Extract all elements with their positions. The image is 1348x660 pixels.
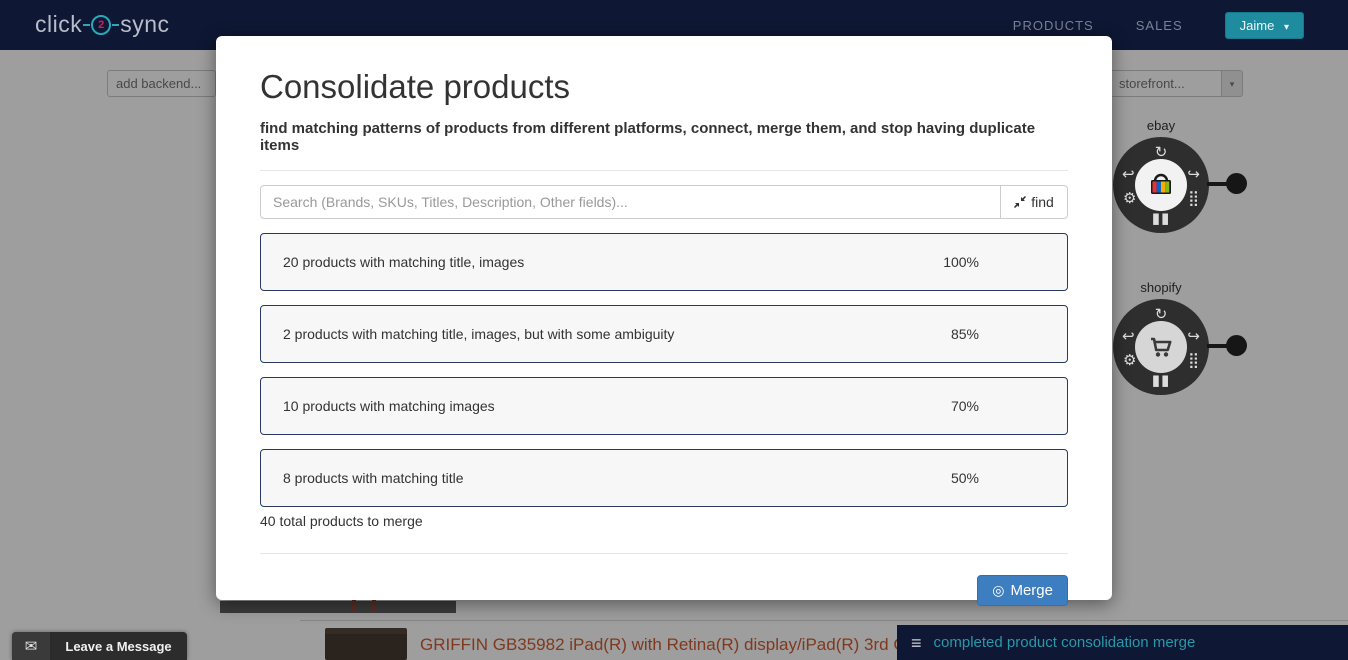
user-menu-button[interactable]: Jaime ▾ bbox=[1225, 12, 1304, 39]
modal-footer-divider bbox=[260, 553, 1068, 554]
match-group-row[interactable]: 20 products with matching title, images … bbox=[260, 233, 1068, 291]
ebay-widget-ring: ↻ ↩ ↪ ⚙ ⣿ ▮▮ bbox=[1113, 137, 1209, 233]
logo-text-right: sync bbox=[120, 11, 169, 38]
match-group-row[interactable]: 10 products with matching images 70% bbox=[260, 377, 1068, 435]
ebay-logo-icon[interactable] bbox=[1135, 159, 1187, 211]
compress-icon bbox=[1014, 196, 1026, 208]
logo-connector bbox=[112, 24, 119, 26]
gear-icon[interactable]: ⚙ bbox=[1123, 191, 1136, 206]
envelope-icon: ✉ bbox=[12, 632, 50, 660]
search-group: find bbox=[260, 185, 1068, 219]
match-group-label: 20 products with matching title, images bbox=[261, 254, 524, 270]
app-logo[interactable]: click 2 sync bbox=[35, 11, 170, 38]
notification-bar[interactable]: ≡ completed product consolidation merge bbox=[897, 625, 1348, 660]
shopify-connector-endpoint[interactable] bbox=[1226, 335, 1247, 356]
logo-number-badge: 2 bbox=[91, 15, 111, 35]
export-arrow-icon[interactable]: ↩ bbox=[1122, 167, 1135, 182]
match-percentage: 85% bbox=[951, 326, 979, 342]
match-group-row[interactable]: 8 products with matching title 50% bbox=[260, 449, 1068, 507]
leave-message-button[interactable]: ✉ Leave a Message bbox=[12, 632, 187, 660]
find-button[interactable]: find bbox=[1001, 185, 1068, 219]
modal-header-divider bbox=[260, 170, 1068, 171]
merge-button[interactable]: ◎ Merge bbox=[977, 575, 1068, 606]
match-percentage: 100% bbox=[943, 254, 979, 270]
find-button-label: find bbox=[1031, 194, 1054, 210]
match-group-label: 10 products with matching images bbox=[261, 398, 495, 414]
refresh-icon[interactable]: ↻ bbox=[1155, 145, 1168, 160]
total-products-label: 40 total products to merge bbox=[260, 513, 1068, 529]
grid-icon[interactable]: ⣿ bbox=[1188, 353, 1199, 368]
ebay-connector-endpoint[interactable] bbox=[1226, 173, 1247, 194]
match-percentage: 70% bbox=[951, 398, 979, 414]
shopify-widget-label: shopify bbox=[1096, 280, 1226, 295]
logo-connector bbox=[83, 24, 90, 26]
export-arrow-icon[interactable]: ↩ bbox=[1122, 329, 1135, 344]
user-name: Jaime bbox=[1240, 18, 1275, 33]
leave-message-label: Leave a Message bbox=[50, 639, 187, 654]
match-group-label: 2 products with matching title, images, … bbox=[261, 326, 674, 342]
shopify-cart-icon[interactable] bbox=[1135, 321, 1187, 373]
consolidate-products-modal: Consolidate products find matching patte… bbox=[216, 36, 1112, 600]
list-icon: ≡ bbox=[911, 634, 922, 652]
pause-icon[interactable]: ▮▮ bbox=[1152, 373, 1171, 388]
screen: ▾ GRIFFIN GB35982 iPad(R) with Retina(R)… bbox=[0, 0, 1348, 660]
chevron-down-icon: ▾ bbox=[1284, 22, 1289, 33]
refresh-icon[interactable]: ↻ bbox=[1155, 307, 1168, 322]
nav-item-sales[interactable]: SALES bbox=[1136, 18, 1183, 33]
notification-text: completed product consolidation merge bbox=[934, 634, 1196, 651]
gear-icon[interactable]: ⚙ bbox=[1123, 353, 1136, 368]
match-group-label: 8 products with matching title bbox=[261, 470, 464, 486]
match-percentage: 50% bbox=[951, 470, 979, 486]
import-arrow-icon[interactable]: ↪ bbox=[1187, 167, 1200, 182]
match-group-row[interactable]: 2 products with matching title, images, … bbox=[260, 305, 1068, 363]
modal-title: Consolidate products bbox=[260, 68, 1068, 106]
shopify-widget-ring: ↻ ↩ ↪ ⚙ ⣿ ▮▮ bbox=[1113, 299, 1209, 395]
nav-item-products[interactable]: PRODUCTS bbox=[1013, 18, 1094, 33]
pause-icon[interactable]: ▮▮ bbox=[1152, 211, 1171, 226]
search-input[interactable] bbox=[260, 185, 1001, 219]
ebay-widget-label: ebay bbox=[1096, 118, 1226, 133]
grid-icon[interactable]: ⣿ bbox=[1188, 191, 1199, 206]
modal-footer: ◎ Merge bbox=[260, 575, 1068, 606]
ebay-channel-widget[interactable]: ebay ↻ ↩ ↪ ⚙ ⣿ ▮▮ bbox=[1096, 118, 1226, 233]
logo-text-left: click bbox=[35, 11, 82, 38]
shopify-channel-widget[interactable]: shopify ↻ ↩ ↪ ⚙ ⣿ ▮▮ bbox=[1096, 280, 1226, 395]
modal-subtitle: find matching patterns of products from … bbox=[260, 120, 1068, 154]
merge-target-icon: ◎ bbox=[992, 582, 1004, 599]
merge-button-label: Merge bbox=[1010, 582, 1053, 599]
import-arrow-icon[interactable]: ↪ bbox=[1187, 329, 1200, 344]
